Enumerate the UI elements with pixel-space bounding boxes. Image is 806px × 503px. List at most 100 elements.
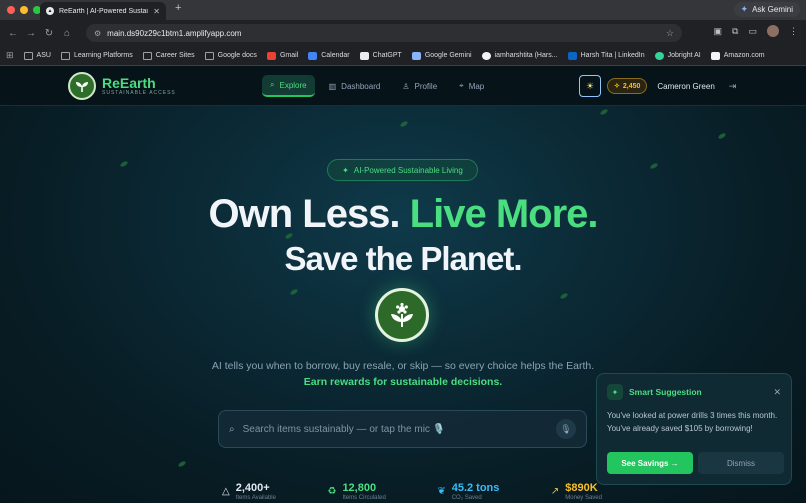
- stat-value: 2,400+: [235, 482, 270, 494]
- home-icon[interactable]: ⌂: [58, 28, 76, 39]
- bookmark-label: Amazon.com: [723, 52, 765, 59]
- impact-stats: △ 2,400+ Items Available ♻ 12,800 Items …: [222, 482, 602, 501]
- gmail-icon: [266, 51, 276, 60]
- close-icon[interactable]: ✕: [773, 387, 781, 398]
- folder-icon: [204, 51, 214, 60]
- nav-explore[interactable]: ⌕ Explore: [262, 75, 315, 97]
- bookmark-item[interactable]: Career Sites: [142, 51, 195, 60]
- see-savings-button[interactable]: See Savings →: [607, 452, 693, 474]
- new-tab-button[interactable]: +: [175, 2, 181, 14]
- nav-user-area: ☀ ✧ 2,450 Cameron Green ⇥: [579, 75, 736, 97]
- bookmark-item[interactable]: Learning Platforms: [60, 51, 133, 60]
- stat-label: Items Circulated: [342, 495, 386, 501]
- bookmark-item[interactable]: ASU: [23, 51, 51, 60]
- browser-tab-strip: ▲ ReEarth | AI-Powered Sustai ✕ + ✦ Ask …: [0, 0, 806, 20]
- calendar-icon: [308, 51, 318, 60]
- bookmark-item[interactable]: Amazon.com: [710, 51, 765, 60]
- back-icon[interactable]: ←: [4, 28, 22, 39]
- nav-profile-label: Profile: [414, 81, 438, 91]
- floating-leaf: [177, 460, 187, 468]
- bookmark-label: ChatGPT: [372, 52, 402, 59]
- bookmark-label: Career Sites: [155, 52, 195, 59]
- hero-subheadline: Save the Planet.: [284, 240, 522, 277]
- bookmark-label: Google Gemini: [424, 52, 472, 59]
- close-window-button[interactable]: [7, 6, 15, 14]
- floating-leaf: [559, 292, 569, 300]
- trending-up-icon: ↗: [550, 486, 560, 497]
- microphone-icon[interactable]: 🎙: [556, 419, 576, 439]
- linkedin-icon: [567, 51, 577, 60]
- forward-icon[interactable]: →: [22, 28, 40, 39]
- toast-message: You've looked at power drills 3 times th…: [607, 411, 778, 433]
- tab-close-icon[interactable]: ✕: [153, 7, 160, 16]
- bookmark-item[interactable]: Harsh Tita | LinkedIn: [567, 51, 645, 60]
- profile-avatar[interactable]: [767, 25, 779, 37]
- stat-value: 45.2 tons: [451, 482, 500, 494]
- sprout-emblem-icon: [375, 288, 429, 342]
- floating-leaf: [289, 288, 299, 296]
- dismiss-button[interactable]: Dismiss: [698, 452, 784, 474]
- gemini-sparkle-icon: ✦: [740, 4, 749, 14]
- sparkle-icon: ✦: [607, 384, 623, 400]
- floating-leaf: [717, 132, 727, 140]
- address-bar[interactable]: ⚙ main.ds90z29c1btm1.amplifyapp.com ☆: [86, 24, 682, 42]
- bookmark-item[interactable]: Google Gemini: [411, 51, 472, 60]
- nav-profile[interactable]: ♙ Profile: [394, 75, 445, 97]
- menu-kebab-icon[interactable]: ⋮: [789, 26, 798, 37]
- amazon-icon: [710, 51, 720, 60]
- search-input[interactable]: Search items sustainably — or tap the mi…: [243, 424, 556, 435]
- stat-label: Items Available: [235, 495, 276, 501]
- floating-leaf: [599, 108, 609, 116]
- minimize-window-button[interactable]: [20, 6, 28, 14]
- reload-icon[interactable]: ↻: [40, 28, 58, 39]
- extension-icon[interactable]: ▣: [714, 26, 723, 37]
- nav-dashboard-label: Dashboard: [341, 81, 381, 91]
- bookmark-label: Google docs: [217, 52, 257, 59]
- bookmark-label: Jobright AI: [667, 52, 701, 59]
- bookmark-item[interactable]: ChatGPT: [359, 51, 402, 60]
- bar-chart-icon: ▥: [328, 81, 337, 91]
- stat-label: CO₂ Saved: [451, 495, 482, 501]
- ask-gemini-label: Ask Gemini: [752, 5, 793, 14]
- apps-grid-icon[interactable]: ⊞: [6, 50, 14, 61]
- url-text[interactable]: main.ds90z29c1btm1.amplifyapp.com: [107, 29, 666, 38]
- bookmark-item[interactable]: Calendar: [308, 51, 350, 60]
- coin-icon: ✧: [614, 83, 620, 90]
- brand-name: ReEarth: [102, 75, 156, 91]
- hero-headline-part-1: Own Less.: [208, 192, 400, 236]
- search-icon: ⌕: [270, 80, 275, 89]
- hero-description-text: AI tells you when to borrow, buy resale,…: [211, 360, 595, 372]
- sprout-logo-icon: [68, 72, 96, 100]
- puzzle-icon[interactable]: ⧉: [732, 26, 738, 37]
- bookmark-label: ASU: [36, 52, 51, 59]
- bookmark-item[interactable]: Gmail: [266, 51, 298, 60]
- recycle-icon: ♻: [327, 486, 337, 497]
- bookmark-star-icon[interactable]: ☆: [666, 28, 674, 39]
- stat-items-available: △ 2,400+ Items Available: [222, 482, 276, 501]
- floating-leaf: [649, 162, 659, 170]
- user-name[interactable]: Cameron Green: [657, 82, 714, 91]
- page-viewport: ReEarth SUSTAINABLE ACCESS ⌕ Explore ▥ Das…: [0, 66, 806, 503]
- leaf-icon: ❦: [437, 486, 446, 497]
- bookmark-item[interactable]: Jobright AI: [654, 51, 701, 60]
- nav-dashboard[interactable]: ▥ Dashboard: [321, 75, 389, 97]
- browser-tab-active[interactable]: ▲ ReEarth | AI-Powered Sustai ✕: [40, 2, 166, 20]
- stat-money-saved: ↗ $890K Money Saved: [551, 482, 602, 501]
- smart-suggestion-toast: ✦ Smart Suggestion ✕ You've looked at po…: [596, 373, 792, 485]
- stat-items-circulated: ♻ 12,800 Items Circulated: [327, 482, 385, 501]
- points-badge[interactable]: ✧ 2,450: [607, 78, 648, 94]
- cast-icon[interactable]: ▭: [748, 26, 757, 37]
- brand-logo[interactable]: ReEarth SUSTAINABLE ACCESS: [68, 72, 176, 100]
- nav-map[interactable]: ⌖ Map: [451, 75, 492, 97]
- theme-toggle-button[interactable]: ☀: [579, 75, 601, 97]
- hero-badge: ✦ AI-Powered Sustainable Living: [327, 159, 478, 181]
- bookmark-item[interactable]: iamharshtita (Hars...: [481, 51, 558, 60]
- logout-icon[interactable]: ⇥: [729, 81, 737, 92]
- ask-gemini-button[interactable]: ✦ Ask Gemini: [733, 2, 800, 17]
- bookmark-item[interactable]: Google docs: [204, 51, 257, 60]
- bookmark-label: Learning Platforms: [73, 52, 133, 59]
- folder-icon: [23, 51, 33, 60]
- item-search-bar[interactable]: ⌕ Search items sustainably — or tap the …: [218, 410, 587, 448]
- stat-value: $890K: [565, 482, 598, 494]
- site-info-icon[interactable]: ⚙: [94, 29, 101, 38]
